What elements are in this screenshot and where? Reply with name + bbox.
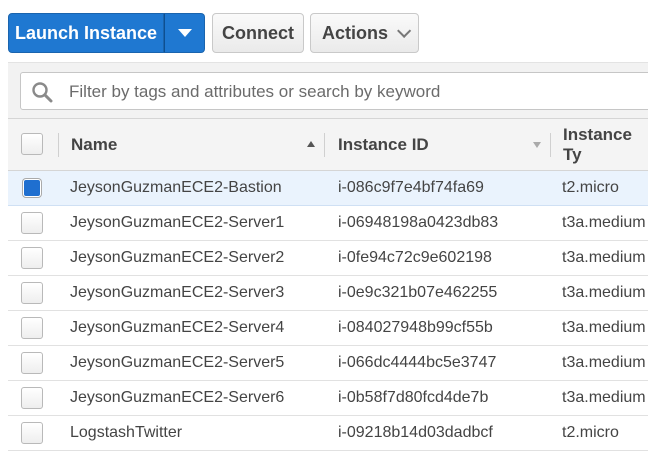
column-header-label: Instance ID — [338, 134, 429, 154]
row-checkbox[interactable] — [21, 352, 43, 374]
instance-id: i-084027948b99cf55b — [338, 319, 493, 336]
table-body: JeysonGuzmanECE2-Bastion i-086c9f7e4bf74… — [8, 171, 648, 451]
sort-icon[interactable] — [533, 142, 541, 148]
row-checkbox[interactable] — [21, 247, 43, 269]
column-header-name[interactable]: Name — [71, 119, 117, 170]
select-all-checkbox[interactable] — [21, 133, 43, 155]
row-checkbox[interactable] — [21, 282, 43, 304]
column-divider — [550, 133, 551, 157]
table-row[interactable]: LogstashTwitter i-09218b14d03dadbcf t2.m… — [8, 416, 648, 451]
column-divider — [324, 133, 325, 157]
instance-name: JeysonGuzmanECE2-Server4 — [70, 319, 285, 336]
toolbar: Launch Instance Connect Actions — [0, 0, 648, 62]
instance-id: i-086c9f7e4bf74fa69 — [338, 179, 484, 196]
table-row[interactable]: JeysonGuzmanECE2-Bastion i-086c9f7e4bf74… — [8, 171, 648, 206]
connect-button[interactable]: Connect — [212, 13, 304, 53]
column-divider — [58, 133, 59, 157]
instance-id: i-0b58f7d80fcd4de7b — [338, 389, 489, 406]
instance-type: t3a.medium — [562, 319, 646, 336]
instance-type: t2.micro — [562, 179, 619, 196]
instance-name: JeysonGuzmanECE2-Server6 — [70, 389, 285, 406]
instance-name: JeysonGuzmanECE2-Server5 — [70, 354, 285, 371]
connect-label: Connect — [222, 22, 294, 43]
instance-name: JeysonGuzmanECE2-Server1 — [70, 214, 285, 231]
actions-button[interactable]: Actions — [310, 13, 419, 53]
instance-type: t3a.medium — [562, 354, 646, 371]
row-checkbox[interactable] — [21, 387, 43, 409]
row-checkbox[interactable] — [21, 212, 43, 234]
search-box[interactable] — [20, 72, 648, 111]
column-header-instance-type[interactable]: Instance Ty — [563, 119, 648, 170]
instance-type: t2.micro — [562, 424, 619, 441]
sort-ascending-icon[interactable] — [307, 141, 315, 147]
instance-type: t3a.medium — [562, 249, 646, 266]
row-checkbox[interactable] — [23, 179, 41, 197]
instance-type: t3a.medium — [562, 284, 646, 301]
instance-id: i-0e9c321b07e462255 — [338, 284, 498, 301]
instance-name: LogstashTwitter — [70, 424, 183, 441]
instance-id: i-0fe94c72c9e602198 — [338, 249, 492, 266]
column-header-label: Instance Ty — [563, 124, 632, 164]
column-header-label: Name — [71, 134, 118, 154]
row-checkbox[interactable] — [21, 317, 43, 339]
instance-name: JeysonGuzmanECE2-Server3 — [70, 284, 285, 301]
table-row[interactable]: JeysonGuzmanECE2-Server1 i-06948198a0423… — [8, 206, 648, 241]
instance-id: i-09218b14d03dadbcf — [338, 424, 493, 441]
launch-instance-button[interactable]: Launch Instance — [8, 13, 164, 53]
search-input[interactable] — [67, 73, 631, 111]
table-row[interactable]: JeysonGuzmanECE2-Server4 i-084027948b99c… — [8, 311, 648, 346]
table-row[interactable]: JeysonGuzmanECE2-Server3 i-0e9c321b07e46… — [8, 276, 648, 311]
table-row[interactable]: JeysonGuzmanECE2-Server5 i-066dc4444bc5e… — [8, 346, 648, 381]
search-icon — [32, 82, 53, 103]
table-row[interactable]: JeysonGuzmanECE2-Server2 i-0fe94c72c9e60… — [8, 241, 648, 276]
caret-down-icon — [177, 29, 192, 37]
filter-bar — [8, 62, 648, 119]
instance-type: t3a.medium — [562, 214, 646, 231]
instance-id: i-066dc4444bc5e3747 — [338, 354, 497, 371]
table-row[interactable]: JeysonGuzmanECE2-Server6 i-0b58f7d80fcd4… — [8, 381, 648, 416]
instance-name: JeysonGuzmanECE2-Server2 — [70, 249, 285, 266]
instance-type: t3a.medium — [562, 389, 646, 406]
instance-id: i-06948198a0423db83 — [338, 214, 499, 231]
row-checkbox[interactable] — [21, 422, 43, 444]
actions-label: Actions — [321, 22, 388, 43]
column-header-instance-id[interactable]: Instance ID — [338, 119, 429, 170]
instances-table: Name Instance ID Instance Ty JeysonGuzma… — [8, 118, 648, 451]
chevron-down-icon — [397, 23, 412, 38]
launch-instance-menu-button[interactable] — [164, 13, 205, 53]
instance-name: JeysonGuzmanECE2-Bastion — [70, 179, 282, 196]
launch-instance-label: Launch Instance — [14, 22, 158, 43]
table-header: Name Instance ID Instance Ty — [8, 118, 648, 171]
